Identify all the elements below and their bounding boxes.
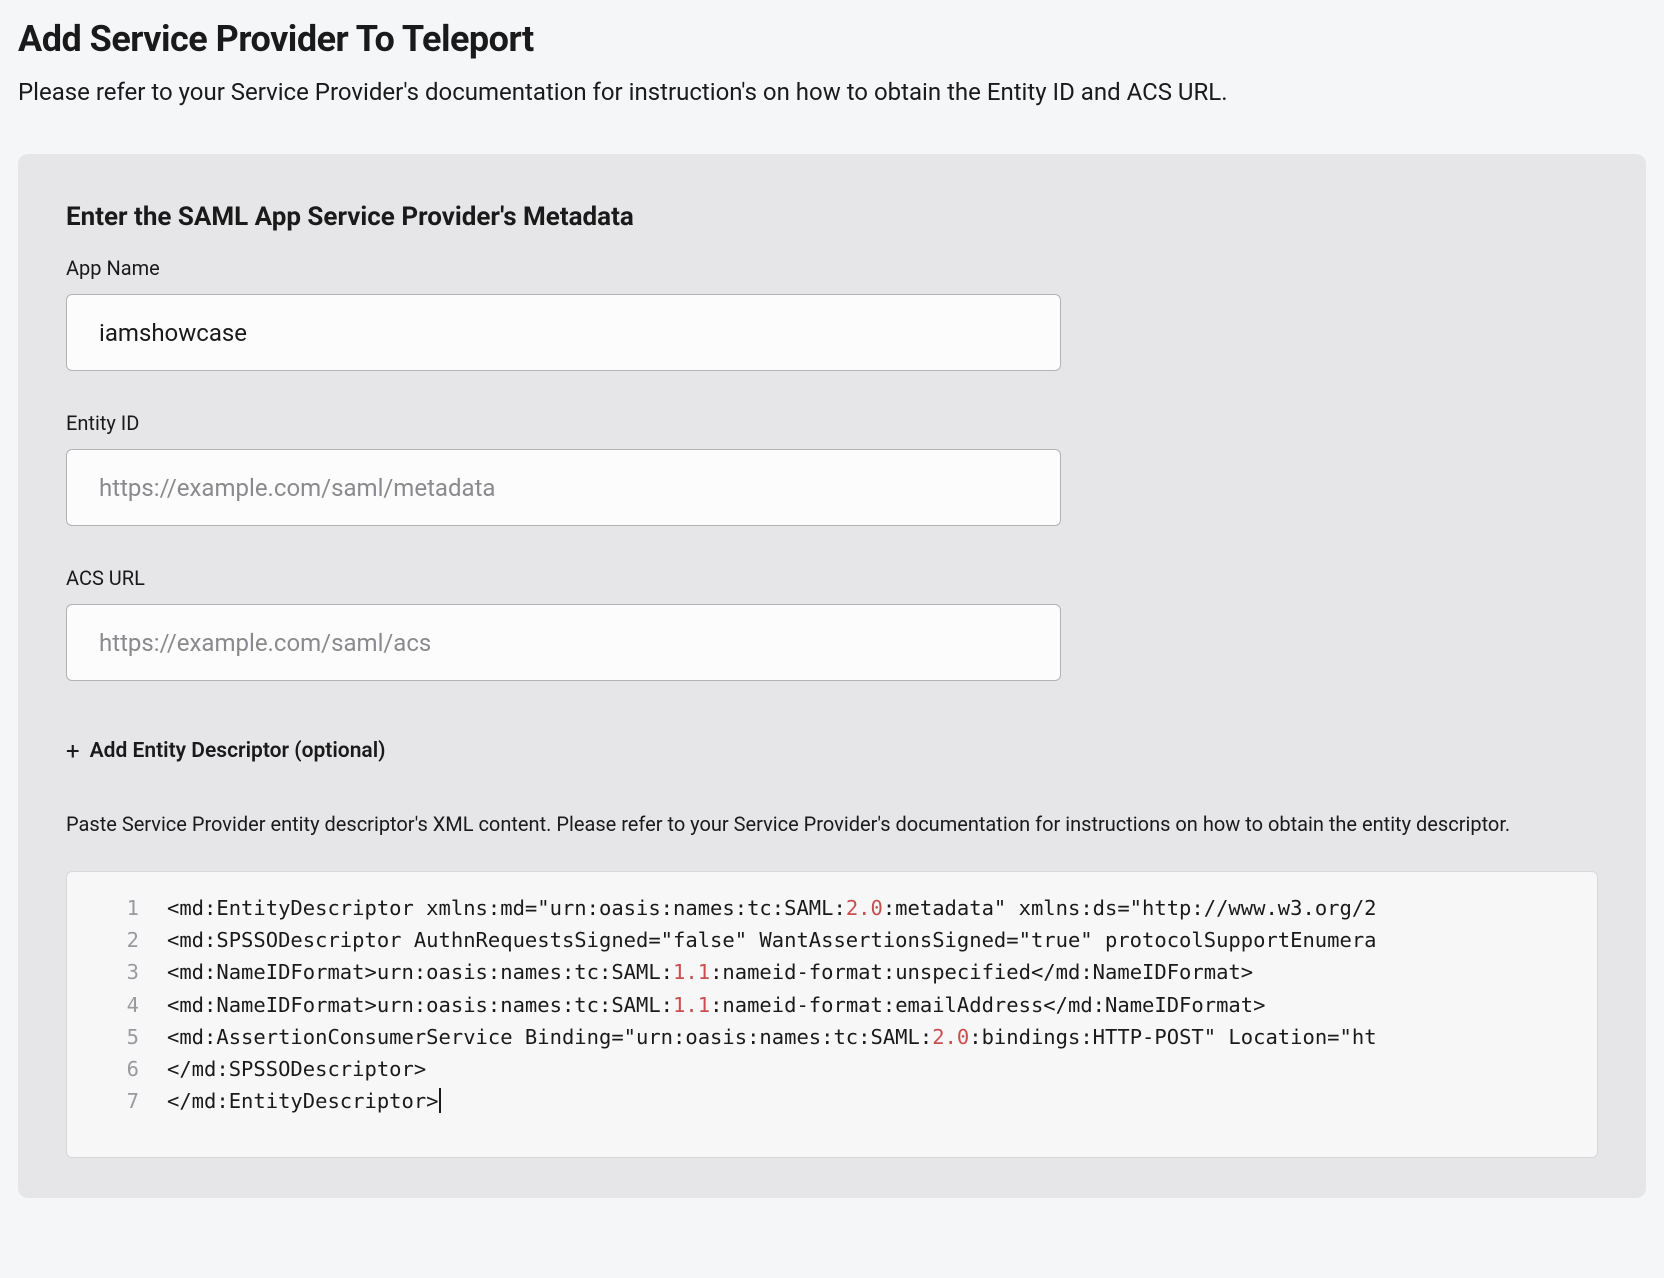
- line-number: 1: [67, 892, 167, 924]
- section-heading: Enter the SAML App Service Provider's Me…: [66, 202, 1598, 232]
- code-content: </md:SPSSODescriptor>: [167, 1053, 1597, 1085]
- code-line: 3<md:NameIDFormat>urn:oasis:names:tc:SAM…: [67, 956, 1597, 988]
- code-line: 4<md:NameIDFormat>urn:oasis:names:tc:SAM…: [67, 989, 1597, 1021]
- app-name-input[interactable]: [66, 294, 1061, 371]
- code-line: 5<md:AssertionConsumerService Binding="u…: [67, 1021, 1597, 1053]
- code-content: <md:AssertionConsumerService Binding="ur…: [167, 1021, 1597, 1053]
- line-number: 3: [67, 956, 167, 988]
- entity-descriptor-help: Paste Service Provider entity descriptor…: [66, 807, 1598, 841]
- code-line: 7</md:EntityDescriptor>: [67, 1085, 1597, 1117]
- add-entity-descriptor-button[interactable]: + Add Entity Descriptor (optional): [66, 739, 386, 763]
- acs-url-label: ACS URL: [66, 566, 1598, 590]
- code-content: <md:EntityDescriptor xmlns:md="urn:oasis…: [167, 892, 1597, 924]
- line-number: 2: [67, 924, 167, 956]
- page-title: Add Service Provider To Teleport: [18, 18, 1646, 60]
- entity-id-label: Entity ID: [66, 411, 1598, 435]
- code-content: </md:EntityDescriptor>: [167, 1085, 1597, 1117]
- text-cursor: [439, 1088, 441, 1113]
- line-number: 7: [67, 1085, 167, 1117]
- plus-icon: +: [66, 739, 80, 763]
- entity-id-input[interactable]: [66, 449, 1061, 526]
- page-subtitle: Please refer to your Service Provider's …: [18, 78, 1646, 106]
- line-number: 4: [67, 989, 167, 1021]
- add-entity-descriptor-label: Add Entity Descriptor (optional): [90, 739, 386, 763]
- code-content: <md:NameIDFormat>urn:oasis:names:tc:SAML…: [167, 956, 1597, 988]
- code-line: 6</md:SPSSODescriptor>: [67, 1053, 1597, 1085]
- code-content: <md:NameIDFormat>urn:oasis:names:tc:SAML…: [167, 989, 1597, 1021]
- line-number: 5: [67, 1021, 167, 1053]
- code-line: 1<md:EntityDescriptor xmlns:md="urn:oasi…: [67, 892, 1597, 924]
- metadata-card: Enter the SAML App Service Provider's Me…: [18, 154, 1646, 1198]
- acs-url-input[interactable]: [66, 604, 1061, 681]
- app-name-label: App Name: [66, 256, 1598, 280]
- entity-descriptor-editor[interactable]: 1<md:EntityDescriptor xmlns:md="urn:oasi…: [66, 871, 1598, 1158]
- code-line: 2<md:SPSSODescriptor AuthnRequestsSigned…: [67, 924, 1597, 956]
- line-number: 6: [67, 1053, 167, 1085]
- code-content: <md:SPSSODescriptor AuthnRequestsSigned=…: [167, 924, 1597, 956]
